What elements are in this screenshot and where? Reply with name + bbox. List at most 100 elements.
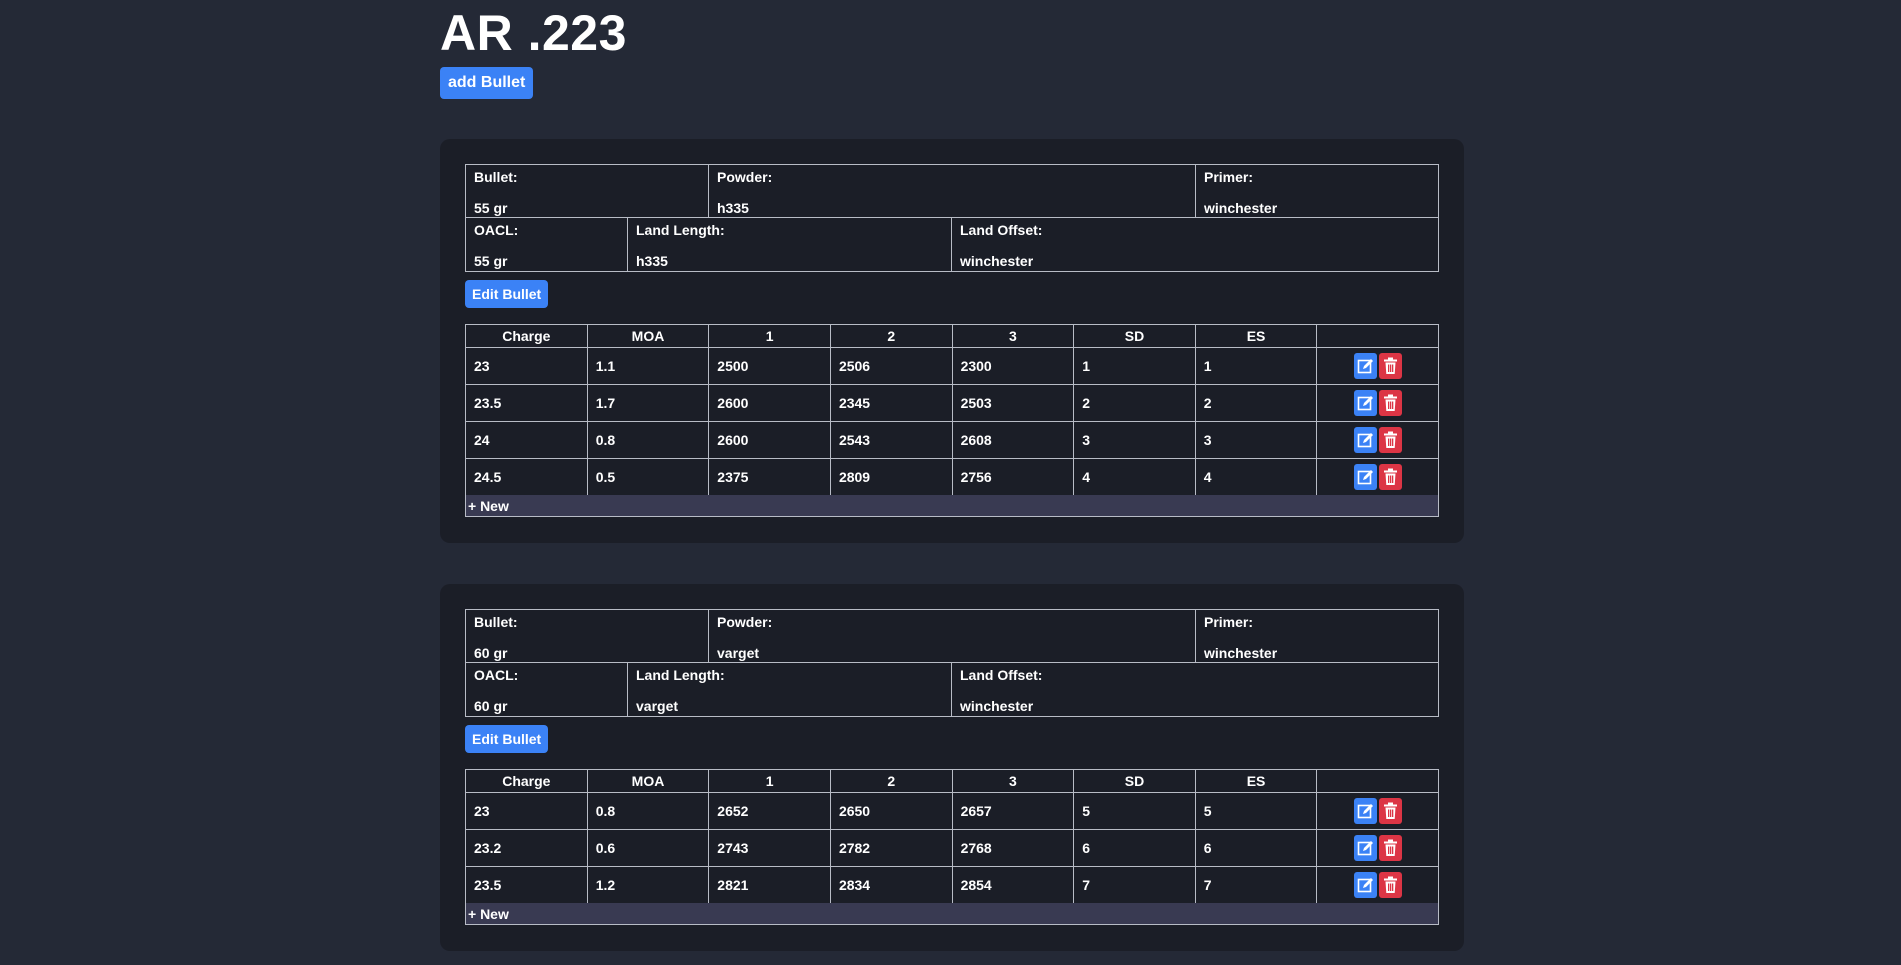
table-cell: 2809 — [829, 458, 953, 496]
row-actions — [1316, 792, 1439, 830]
primer-field: Primer: winchester — [1196, 165, 1438, 217]
edit-icon — [1357, 878, 1373, 893]
table-header-row: Charge MOA 1 2 3 SD ES — [465, 769, 1439, 793]
table-cell: 23.2 — [465, 829, 588, 867]
trash-icon — [1383, 431, 1397, 448]
bullet-card: Bullet: 55 gr Powder: h335 Primer: winchester… — [440, 139, 1464, 543]
add-new-row-button[interactable]: + New — [465, 495, 1439, 517]
delete-row-button[interactable] — [1378, 872, 1402, 898]
bullet-value: 60 gr — [474, 645, 508, 661]
edit-icon — [1357, 470, 1373, 485]
column-header: 2 — [829, 769, 953, 793]
edit-row-button[interactable] — [1353, 353, 1377, 379]
edit-row-button[interactable] — [1353, 798, 1377, 824]
column-header: 1 — [708, 324, 831, 348]
delete-row-button[interactable] — [1378, 835, 1402, 861]
column-header: ES — [1194, 324, 1318, 348]
primer-value: winchester — [1204, 200, 1278, 216]
powder-label: Powder: — [717, 169, 773, 185]
primer-value: winchester — [1204, 645, 1278, 661]
land-offset-label: Land Offset: — [960, 667, 1043, 683]
powder-field: Powder: h335 — [709, 165, 1196, 217]
table-cell: 2768 — [951, 829, 1075, 867]
table-cell: 23.5 — [465, 866, 588, 904]
powder-field: Powder: varget — [709, 610, 1196, 662]
bullet-card: Bullet: 60 gr Powder: varget Primer: winchest… — [440, 584, 1464, 951]
trash-icon — [1383, 839, 1397, 856]
table-cell: 2657 — [951, 792, 1075, 830]
land-length-value: h335 — [636, 253, 668, 269]
table-cell: 0.8 — [586, 421, 710, 459]
edit-row-button[interactable] — [1353, 872, 1377, 898]
oacl-value: 60 gr — [474, 698, 508, 714]
table-cell: 2650 — [829, 792, 953, 830]
delete-row-button[interactable] — [1378, 464, 1402, 490]
delete-row-button[interactable] — [1378, 390, 1402, 416]
table-cell: 2503 — [951, 384, 1075, 422]
row-actions — [1316, 421, 1439, 459]
table-cell: 2543 — [829, 421, 953, 459]
edit-row-button[interactable] — [1353, 835, 1377, 861]
table-cell: 6 — [1194, 829, 1318, 867]
table-cell: 23 — [465, 347, 588, 385]
edit-row-button[interactable] — [1353, 427, 1377, 453]
edit-row-button[interactable] — [1353, 464, 1377, 490]
bullet-value: 55 gr — [474, 200, 508, 216]
bullet-field: Bullet: 60 gr — [466, 610, 709, 662]
table-cell: 1.2 — [586, 866, 710, 904]
delete-row-button[interactable] — [1378, 427, 1402, 453]
bullet-label: Bullet: — [474, 169, 518, 185]
edit-bullet-button[interactable]: Edit Bullet — [465, 725, 549, 753]
edit-icon — [1357, 841, 1373, 856]
table-cell: 1.7 — [586, 384, 710, 422]
info-row-top: Bullet: 60 gr Powder: varget Primer: winchest… — [465, 609, 1439, 663]
table-cell: 2854 — [951, 866, 1075, 904]
table-cell: 2756 — [951, 458, 1075, 496]
table-row: 23.5 1.7 2600 2345 2503 2 2 — [465, 384, 1439, 422]
oacl-field: OACL: 55 gr — [466, 218, 628, 271]
table-cell: 2345 — [829, 384, 953, 422]
table-cell: 6 — [1073, 829, 1196, 867]
table-cell: 1 — [1073, 347, 1196, 385]
column-header: ES — [1194, 769, 1318, 793]
oacl-label: OACL: — [474, 667, 519, 683]
table-cell: 4 — [1073, 458, 1196, 496]
bullet-field: Bullet: 55 gr — [466, 165, 709, 217]
table-cell: 3 — [1194, 421, 1318, 459]
table-cell: 2300 — [951, 347, 1075, 385]
table-row: 23 1.1 2500 2506 2300 1 1 — [465, 347, 1439, 385]
row-actions — [1316, 347, 1439, 385]
land-length-field: Land Length: h335 — [628, 218, 952, 271]
table-row: 23.2 0.6 2743 2782 2768 6 6 — [465, 829, 1439, 867]
trash-icon — [1383, 802, 1397, 819]
edit-row-button[interactable] — [1353, 390, 1377, 416]
table-cell: 4 — [1194, 458, 1318, 496]
add-new-row-button[interactable]: + New — [465, 903, 1439, 925]
edit-icon — [1357, 433, 1373, 448]
delete-row-button[interactable] — [1378, 798, 1402, 824]
column-header: Charge — [465, 769, 588, 793]
powder-label: Powder: — [717, 614, 773, 630]
table-cell: 2 — [1073, 384, 1196, 422]
table-header-row: Charge MOA 1 2 3 SD ES — [465, 324, 1439, 348]
table-row: 24 0.8 2600 2543 2608 3 3 — [465, 421, 1439, 459]
land-offset-field: Land Offset: winchester — [952, 663, 1438, 716]
edit-bullet-button[interactable]: Edit Bullet — [465, 280, 549, 308]
table-cell: 2608 — [951, 421, 1075, 459]
oacl-value: 55 gr — [474, 253, 508, 269]
land-offset-field: Land Offset: winchester — [952, 218, 1438, 271]
table-cell: 5 — [1073, 792, 1196, 830]
edit-icon — [1357, 804, 1373, 819]
add-bullet-button[interactable]: add Bullet — [440, 67, 534, 99]
primer-field: Primer: winchester — [1196, 610, 1438, 662]
table-cell: 0.8 — [586, 792, 710, 830]
page-title: AR .223 — [440, 5, 627, 61]
table-cell: 23 — [465, 792, 588, 830]
row-actions — [1316, 866, 1439, 904]
table-cell: 7 — [1194, 866, 1318, 904]
column-header: 2 — [829, 324, 953, 348]
delete-row-button[interactable] — [1378, 353, 1402, 379]
table-cell: 7 — [1073, 866, 1196, 904]
table-cell: 2600 — [708, 421, 831, 459]
table-cell: 1 — [1194, 347, 1318, 385]
